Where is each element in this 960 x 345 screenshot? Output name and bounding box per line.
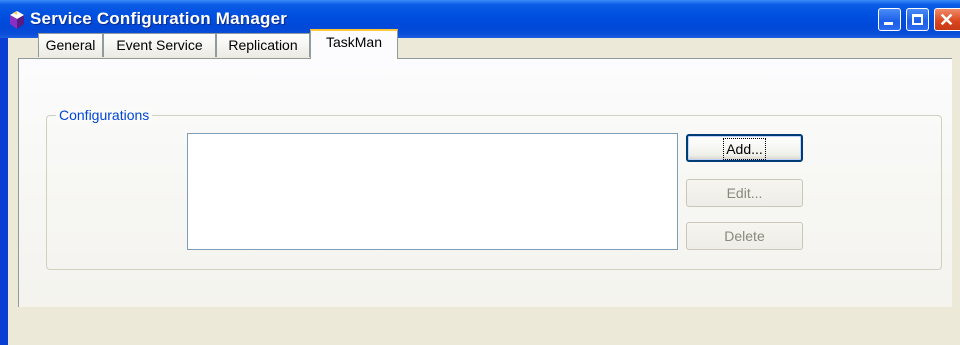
delete-button[interactable]: Delete xyxy=(686,222,803,250)
close-icon: ✕ xyxy=(939,10,955,30)
tab-event-service[interactable]: Event Service xyxy=(103,33,216,57)
configurations-label: Configurations xyxy=(56,107,153,123)
minimize-button[interactable] xyxy=(878,8,901,31)
tab-taskman[interactable]: TaskMan xyxy=(310,29,398,59)
close-button[interactable]: ✕ xyxy=(934,8,960,31)
edit-button-label: Edit... xyxy=(726,185,763,201)
add-button-label: Add... xyxy=(723,138,766,160)
edit-button[interactable]: Edit... xyxy=(686,179,803,207)
window-title: Service Configuration Manager xyxy=(30,9,288,28)
add-button[interactable]: Add... xyxy=(686,134,803,162)
tab-general[interactable]: General xyxy=(38,33,103,57)
tab-replication[interactable]: Replication xyxy=(216,33,310,57)
minimize-icon xyxy=(884,22,893,25)
configurations-list[interactable] xyxy=(187,133,678,250)
maximize-icon xyxy=(912,14,923,25)
delete-button-label: Delete xyxy=(724,228,765,244)
maximize-button[interactable] xyxy=(906,8,929,31)
app-gem-icon xyxy=(10,11,24,29)
